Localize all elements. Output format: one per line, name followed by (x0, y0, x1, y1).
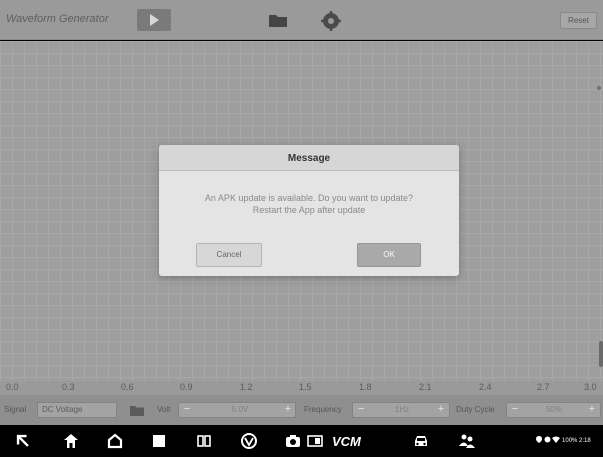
axis-tick: 0.0 (6, 382, 19, 392)
users-icon (459, 434, 475, 448)
dialog-header: Message (159, 145, 459, 171)
axis-tick: 3.0 (584, 382, 597, 392)
duty-cycle-decrease-button[interactable]: − (508, 402, 522, 418)
settings-icon (321, 11, 341, 31)
dialog-message-line: Restart the App after update (252, 205, 366, 215)
cancel-button[interactable]: Cancel (196, 243, 262, 267)
screen-mirror-icon (307, 435, 323, 447)
split-screen-button[interactable] (195, 432, 213, 450)
volt-value: 5.0V (231, 405, 249, 414)
volt-decrease-button[interactable]: − (180, 402, 194, 418)
browser-button[interactable] (240, 432, 258, 450)
desktop-button[interactable] (106, 432, 124, 450)
axis-tick: 2.7 (537, 382, 550, 392)
folder-icon[interactable] (130, 404, 144, 416)
frequency-value: 1Hz (394, 405, 410, 414)
axis-tick: 2.1 (419, 382, 432, 392)
settings-status-icon (544, 436, 551, 443)
status-bar: 100% 2:18 (536, 436, 591, 444)
split-screen-icon (197, 435, 211, 447)
ok-button[interactable]: OK (357, 243, 421, 267)
axis-tick: 0.6 (121, 382, 134, 392)
dialog-title: Message (287, 153, 331, 164)
home-icon (64, 434, 78, 448)
recents-icon (153, 435, 165, 447)
location-icon (536, 436, 542, 443)
volt-increase-button[interactable]: + (281, 402, 295, 418)
duty-cycle-label: Duty Cycle (456, 405, 495, 414)
dialog-message-line: An APK update is available. Do you want … (204, 193, 414, 203)
plot-marker (597, 86, 601, 90)
camera-button[interactable] (284, 432, 302, 450)
signal-label: Signal (4, 405, 27, 414)
axis-tick: 2.4 (479, 382, 492, 392)
folder-button[interactable] (268, 12, 288, 28)
play-button[interactable] (137, 9, 171, 31)
volt-label: Volt (157, 405, 171, 414)
frequency-decrease-button[interactable]: − (354, 402, 368, 418)
axis-tick: 1.8 (359, 382, 372, 392)
back-icon (16, 434, 29, 447)
duty-cycle-value: 50% (545, 405, 562, 414)
car-button[interactable] (412, 432, 430, 450)
plot-scroll-handle[interactable] (599, 341, 603, 367)
play-icon (150, 14, 159, 26)
home-button[interactable] (62, 432, 80, 450)
settings-button[interactable] (320, 10, 342, 32)
time-axis: 0.0 0.3 0.6 0.9 1.2 1.5 1.8 2.1 2.4 2.7 … (0, 381, 603, 395)
users-button[interactable] (458, 432, 476, 450)
browser-icon (241, 433, 257, 449)
reset-button[interactable]: Reset (560, 12, 597, 29)
frequency-increase-button[interactable]: + (434, 402, 448, 418)
message-dialog: Message An APK update is available. Do y… (159, 145, 459, 276)
frequency-label: Frequency (304, 405, 342, 414)
app-title: Waveform Generator (6, 13, 109, 25)
axis-tick: 1.5 (299, 382, 312, 392)
camera-icon (286, 435, 300, 447)
battery-time-text: 100% 2:18 (562, 438, 591, 444)
folder-icon (269, 15, 287, 27)
vcm-button[interactable]: VCM (332, 434, 361, 449)
signal-select[interactable]: DC Voltage (37, 402, 117, 418)
signal-controls: Signal DC Voltage Volt − 5.0V + Frequenc… (0, 395, 603, 425)
axis-tick: 1.2 (240, 382, 253, 392)
screen-mirror-button[interactable] (306, 432, 324, 450)
home-outline-icon (107, 433, 123, 449)
wifi-icon (552, 436, 561, 443)
duty-cycle-increase-button[interactable]: + (585, 402, 599, 418)
axis-tick: 0.9 (180, 382, 193, 392)
top-toolbar: Waveform Generator Reset (0, 0, 603, 40)
car-icon (415, 436, 427, 446)
recents-button[interactable] (150, 432, 168, 450)
axis-tick: 0.3 (62, 382, 75, 392)
back-button[interactable] (14, 432, 32, 450)
navigation-bar: VCM 100% 2:18 (0, 425, 603, 457)
dialog-message: An APK update is available. Do you want … (159, 192, 459, 216)
